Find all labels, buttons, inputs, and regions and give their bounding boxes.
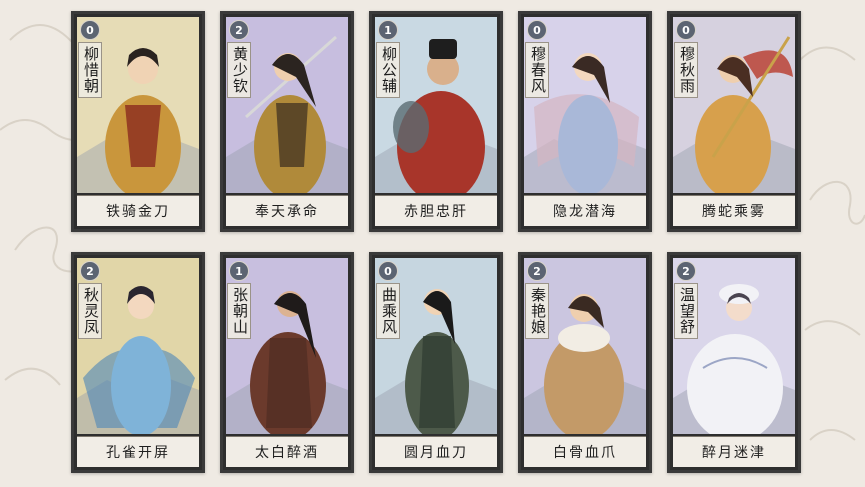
cost-badge: 0	[676, 20, 696, 40]
hero-name: 穆秋雨	[674, 42, 698, 98]
skill-label: 腾蛇乘雾	[673, 195, 795, 226]
hero-name: 黄少钦	[227, 42, 251, 98]
skill-label: 白骨血爪	[524, 436, 646, 467]
cost-badge: 0	[80, 20, 100, 40]
cost-badge: 2	[676, 261, 696, 281]
cost-badge: 1	[229, 261, 249, 281]
hero-card[interactable]: 2 秦艳娘 白骨血爪	[518, 252, 652, 473]
cost-badge: 2	[527, 261, 547, 281]
skill-label: 孔雀开屏	[77, 436, 199, 467]
hero-name: 穆春风	[525, 42, 549, 98]
hero-card[interactable]: 0 柳惜朝 铁骑金刀	[71, 11, 205, 232]
hero-card[interactable]: 2 温望舒 醉月迷津	[667, 252, 801, 473]
hero-name: 秋灵凤	[78, 283, 102, 339]
skill-label: 圆月血刀	[375, 436, 497, 467]
skill-label: 奉天承命	[226, 195, 348, 226]
cost-badge: 2	[229, 20, 249, 40]
card-grid: 0 柳惜朝 铁骑金刀 2 黄少钦 奉天承命 1 柳公辅 赤胆忠肝 0 穆春风 隐…	[71, 11, 801, 473]
cost-badge: 0	[527, 20, 547, 40]
skill-label: 太白醉酒	[226, 436, 348, 467]
hero-name: 曲乘风	[376, 283, 400, 339]
cost-badge: 0	[378, 261, 398, 281]
hero-name: 张朝山	[227, 283, 251, 339]
hero-card[interactable]: 0 穆秋雨 腾蛇乘雾	[667, 11, 801, 232]
hero-name: 温望舒	[674, 283, 698, 339]
skill-label: 隐龙潜海	[524, 195, 646, 226]
hero-card[interactable]: 0 穆春风 隐龙潜海	[518, 11, 652, 232]
hero-card[interactable]: 1 张朝山 太白醉酒	[220, 252, 354, 473]
skill-label: 醉月迷津	[673, 436, 795, 467]
skill-label: 铁骑金刀	[77, 195, 199, 226]
hero-card[interactable]: 0 曲乘风 圆月血刀	[369, 252, 503, 473]
hero-name: 柳公辅	[376, 42, 400, 98]
hero-card[interactable]: 2 秋灵凤 孔雀开屏	[71, 252, 205, 473]
hero-card[interactable]: 2 黄少钦 奉天承命	[220, 11, 354, 232]
hero-name: 柳惜朝	[78, 42, 102, 98]
hero-name: 秦艳娘	[525, 283, 549, 339]
hero-card[interactable]: 1 柳公辅 赤胆忠肝	[369, 11, 503, 232]
cost-badge: 1	[378, 20, 398, 40]
cost-badge: 2	[80, 261, 100, 281]
skill-label: 赤胆忠肝	[375, 195, 497, 226]
